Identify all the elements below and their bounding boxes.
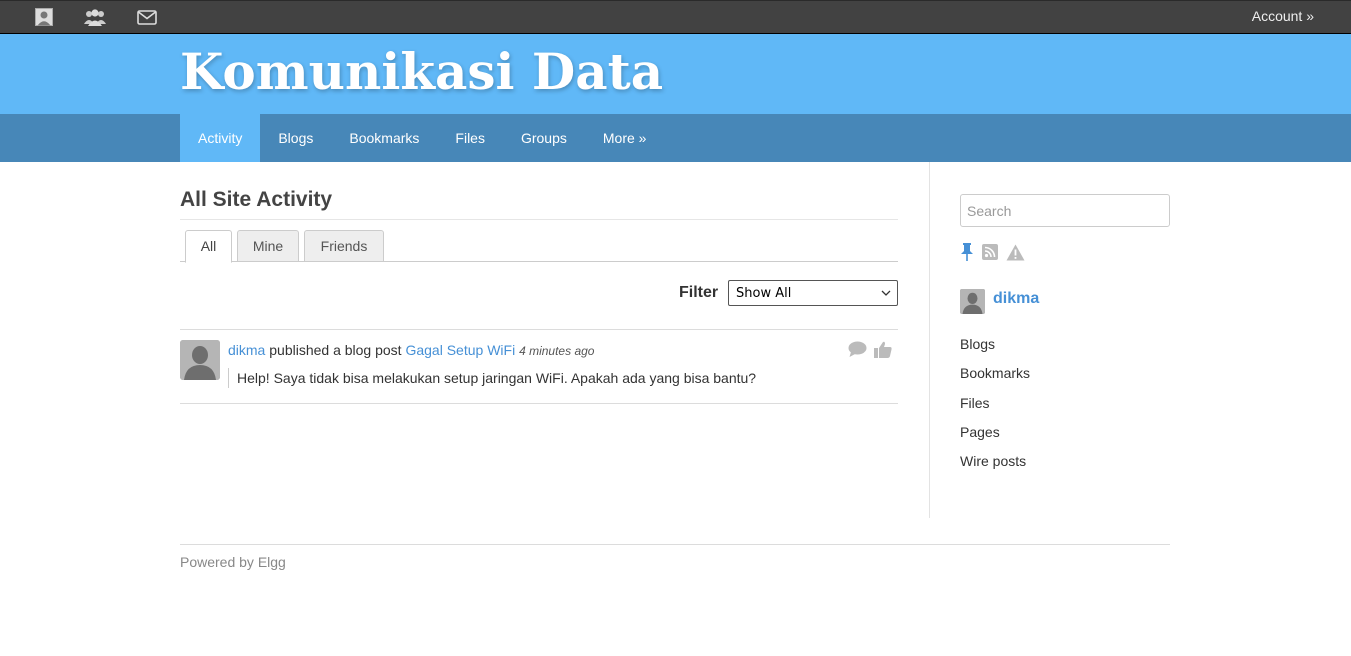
site-nav: Activity Blogs Bookmarks Files Groups Mo… bbox=[0, 114, 1351, 162]
chevron-down-icon bbox=[881, 287, 891, 302]
activity-summary: dikma published a blog post Gagal Setup … bbox=[228, 342, 594, 358]
like-icon[interactable] bbox=[874, 341, 892, 361]
tab-mine[interactable]: Mine bbox=[237, 230, 299, 262]
tab-friends[interactable]: Friends bbox=[304, 230, 384, 262]
friends-icon[interactable] bbox=[84, 7, 106, 27]
page-title: All Site Activity bbox=[180, 188, 333, 211]
activity-object-link[interactable]: Gagal Setup WiFi bbox=[405, 342, 515, 358]
owner-menu: Blogs Bookmarks Files Pages Wire posts bbox=[960, 336, 1030, 482]
activity-excerpt: Help! Saya tidak bisa melakukan setup ja… bbox=[228, 368, 756, 388]
activity-actions bbox=[848, 341, 892, 361]
owner-menu-item-pages[interactable]: Pages bbox=[960, 424, 1030, 453]
sidebar-divider bbox=[929, 162, 930, 518]
nav-item-activity[interactable]: Activity bbox=[180, 114, 261, 162]
pin-icon[interactable] bbox=[960, 243, 974, 264]
site-title[interactable]: Komunikasi Data bbox=[180, 42, 663, 101]
site-header: Komunikasi Data bbox=[0, 34, 1351, 114]
owner-menu-item-bookmarks[interactable]: Bookmarks bbox=[960, 365, 1030, 394]
warning-icon[interactable] bbox=[1006, 244, 1025, 264]
topbar: Account » bbox=[0, 0, 1351, 34]
footer-powered-by[interactable]: Powered by Elgg bbox=[180, 554, 286, 570]
activity-tabs: All Mine Friends bbox=[180, 229, 898, 263]
messages-icon[interactable] bbox=[136, 7, 158, 27]
nav-item-bookmarks[interactable]: Bookmarks bbox=[331, 114, 437, 162]
page-tools bbox=[960, 243, 1025, 264]
owner-menu-item-wire-posts[interactable]: Wire posts bbox=[960, 453, 1030, 482]
comment-icon[interactable] bbox=[848, 341, 867, 361]
divider bbox=[180, 329, 898, 330]
search-input[interactable] bbox=[960, 194, 1170, 227]
tab-all[interactable]: All bbox=[185, 230, 232, 263]
owner-menu-item-blogs[interactable]: Blogs bbox=[960, 336, 1030, 365]
nav-item-more[interactable]: More » bbox=[585, 114, 665, 162]
divider bbox=[180, 403, 898, 404]
owner-name-link[interactable]: dikma bbox=[993, 290, 1039, 308]
nav-item-blogs[interactable]: Blogs bbox=[260, 114, 331, 162]
filter-select[interactable]: Show All bbox=[728, 280, 898, 306]
activity-user-link[interactable]: dikma bbox=[228, 342, 265, 358]
profile-icon[interactable] bbox=[33, 7, 55, 27]
avatar[interactable] bbox=[180, 340, 220, 380]
divider bbox=[180, 219, 898, 220]
nav-item-groups[interactable]: Groups bbox=[503, 114, 585, 162]
activity-action: published a blog post bbox=[269, 342, 402, 358]
filter-label: Filter bbox=[679, 284, 719, 301]
footer-divider bbox=[180, 544, 1170, 545]
owner-menu-item-files[interactable]: Files bbox=[960, 395, 1030, 424]
activity-time: 4 minutes ago bbox=[519, 344, 595, 358]
owner-avatar[interactable] bbox=[960, 289, 985, 314]
nav-item-files[interactable]: Files bbox=[437, 114, 503, 162]
filter-selected-value: Show All bbox=[736, 286, 792, 301]
account-menu-link[interactable]: Account » bbox=[1252, 8, 1314, 24]
rss-icon[interactable] bbox=[982, 244, 998, 263]
